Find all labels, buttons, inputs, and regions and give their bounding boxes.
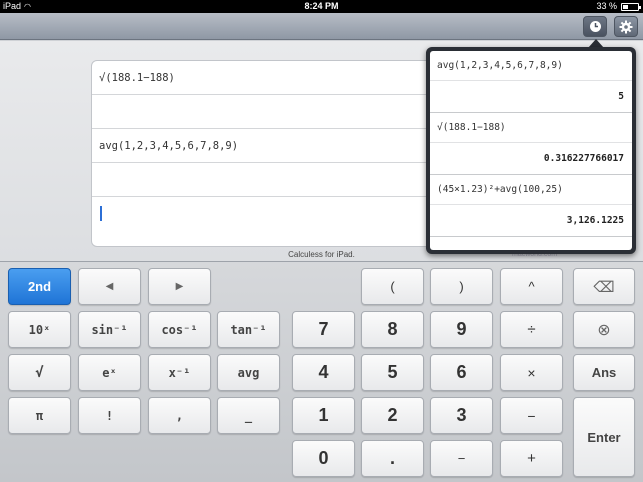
arctan-key[interactable]: tan⁻¹ (217, 311, 280, 348)
digit-4-key[interactable]: 4 (292, 354, 355, 391)
factorial-key[interactable]: ! (78, 397, 141, 434)
ten-power-key[interactable]: 10ˣ (8, 311, 71, 348)
underscore-key[interactable]: _ (217, 397, 280, 434)
settings-button[interactable] (614, 16, 638, 37)
digit-0-key[interactable]: 0 (292, 440, 355, 477)
digit-9-key[interactable]: 9 (430, 311, 493, 348)
digit-5-key[interactable]: 5 (361, 354, 424, 391)
plus-key[interactable]: + (500, 440, 563, 477)
clock-icon (589, 21, 601, 32)
multiply-key[interactable]: × (500, 354, 563, 391)
pi-key[interactable]: π (8, 397, 71, 434)
power-key[interactable]: ^ (500, 268, 563, 305)
keypad: 2nd ◀ ▶ ( ) ^ ⌫ 10ˣ sin⁻¹ cos⁻¹ tan⁻¹ 7 … (0, 261, 643, 482)
history-result[interactable]: 5 (430, 81, 632, 113)
second-function-key[interactable]: 2nd (8, 268, 71, 305)
history-list: avg(1,2,3,4,5,6,7,8,9) 5 √(188.1−188) 0.… (430, 51, 632, 250)
battery-percent: 33 % (596, 1, 617, 11)
backspace-key[interactable]: ⌫ (573, 268, 635, 305)
average-key[interactable]: avg (217, 354, 280, 391)
digit-1-key[interactable]: 1 (292, 397, 355, 434)
open-paren-key[interactable]: ( (361, 268, 424, 305)
history-result[interactable]: 0.316227766017 (430, 143, 632, 175)
comma-key[interactable]: , (148, 397, 211, 434)
status-bar: iPad ◠ 8:24 PM 33 % (0, 0, 643, 13)
arccos-key[interactable]: cos⁻¹ (148, 311, 211, 348)
history-popover: avg(1,2,3,4,5,6,7,8,9) 5 √(188.1−188) 0.… (426, 47, 636, 254)
cursor-left-key[interactable]: ◀ (78, 268, 141, 305)
reciprocal-key[interactable]: x⁻¹ (148, 354, 211, 391)
divide-key[interactable]: ÷ (500, 311, 563, 348)
toolbar (0, 13, 643, 40)
history-result[interactable]: 3,126.1225 (430, 205, 632, 237)
cursor-right-key[interactable]: ▶ (148, 268, 211, 305)
decimal-point-key[interactable]: . (361, 440, 424, 477)
digit-7-key[interactable]: 7 (292, 311, 355, 348)
digit-3-key[interactable]: 3 (430, 397, 493, 434)
battery-icon (621, 3, 641, 11)
negate-key[interactable]: − (430, 440, 493, 477)
digit-6-key[interactable]: 6 (430, 354, 493, 391)
clear-key[interactable]: ⊗ (573, 311, 635, 348)
enter-key[interactable]: Enter (573, 397, 635, 477)
history-button[interactable] (583, 16, 607, 37)
history-expression[interactable]: (45×1.23)²+avg(100,25) (430, 175, 632, 205)
digit-2-key[interactable]: 2 (361, 397, 424, 434)
digit-8-key[interactable]: 8 (361, 311, 424, 348)
minus-key[interactable]: − (500, 397, 563, 434)
gear-icon (619, 20, 633, 33)
history-expression[interactable]: √(188.1−188) (430, 113, 632, 143)
close-paren-key[interactable]: ) (430, 268, 493, 305)
arcsin-key[interactable]: sin⁻¹ (78, 311, 141, 348)
text-cursor (100, 206, 102, 221)
status-time: 8:24 PM (304, 1, 339, 11)
exp-key[interactable]: eˣ (78, 354, 141, 391)
history-expression[interactable]: avg(1,2,3,4,5,6,7,8,9) (430, 51, 632, 81)
answer-key[interactable]: Ans (573, 354, 635, 391)
square-root-key[interactable]: √ (8, 354, 71, 391)
